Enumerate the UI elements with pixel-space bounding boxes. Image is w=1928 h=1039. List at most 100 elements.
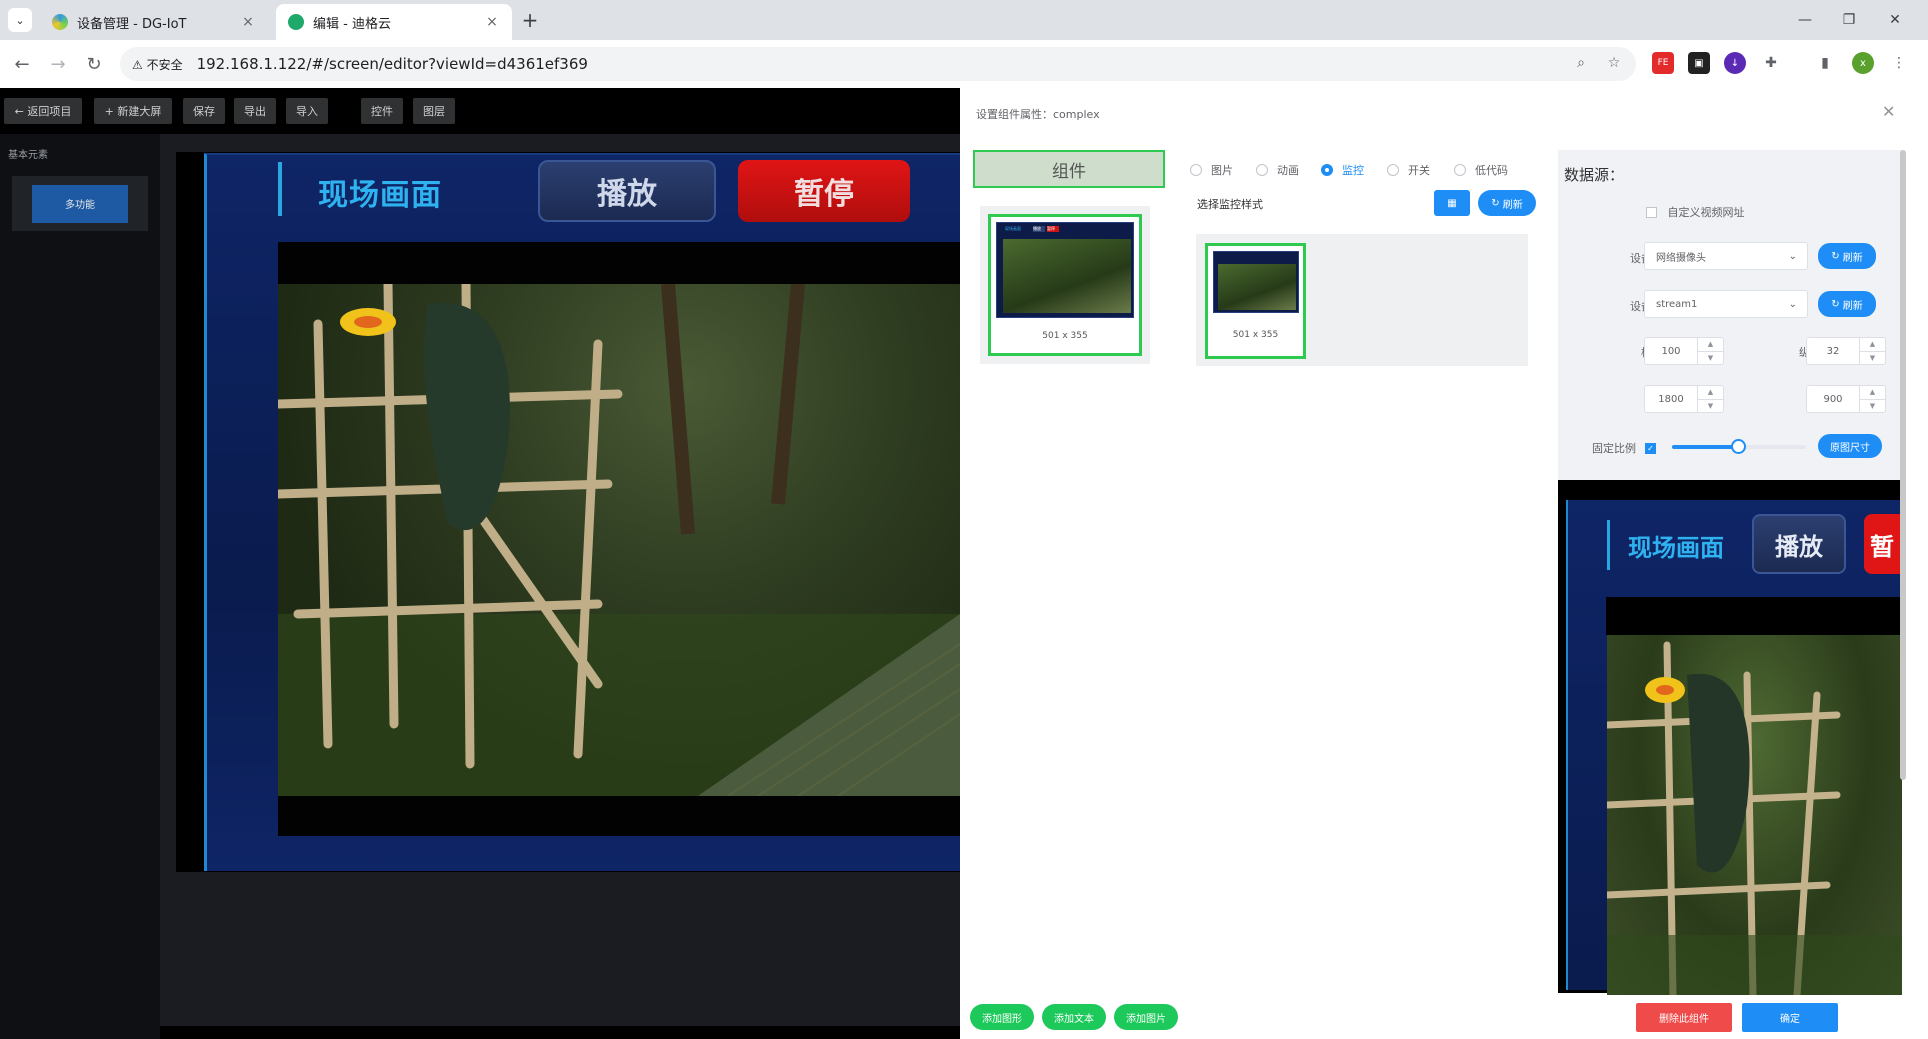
chevron-down-icon: ⌄ bbox=[1788, 250, 1797, 262]
minimize-icon[interactable]: — bbox=[1782, 6, 1828, 34]
style-size-label: 501 x 355 bbox=[1232, 330, 1279, 340]
element-label: 多功能 bbox=[32, 184, 128, 223]
new-screen-button[interactable]: + 新建大屏 bbox=[94, 98, 172, 124]
input-value: 100 bbox=[1661, 345, 1681, 357]
preview-play-button: 播放 bbox=[1752, 514, 1846, 574]
fixed-ratio-label: 固定比例 bbox=[1592, 442, 1636, 455]
input-value: 1800 bbox=[1658, 393, 1684, 405]
fixed-ratio-checkbox[interactable]: ✓ bbox=[1645, 440, 1656, 454]
fe-extension-icon[interactable]: FE bbox=[1652, 52, 1674, 74]
address-bar[interactable]: ⚠ 不安全 192.168.1.122/#/screen/editor?view… bbox=[120, 47, 1636, 81]
custom-url-checkbox[interactable]: 自定义视频网址 bbox=[1646, 204, 1745, 220]
height-input[interactable]: 900 ▲ ▼ bbox=[1806, 385, 1886, 413]
extension-icon[interactable]: ▣ bbox=[1688, 52, 1710, 74]
back-to-project-button[interactable]: ← 返回项目 bbox=[4, 98, 82, 124]
preview-title-accent bbox=[1607, 520, 1610, 570]
refresh-styles-button[interactable]: ↻ 刷新 bbox=[1478, 190, 1536, 216]
url-text: 192.168.1.122/#/screen/editor?viewId=d43… bbox=[196, 55, 588, 73]
layers-button[interactable]: 图层 bbox=[413, 98, 455, 124]
refresh-device-type-button[interactable]: ↻ 刷新 bbox=[1818, 243, 1876, 269]
select-value: stream1 bbox=[1656, 298, 1698, 310]
radio-image[interactable]: 图片 bbox=[1190, 162, 1233, 178]
radio-label: 图片 bbox=[1211, 164, 1233, 177]
width-input[interactable]: 1800 ▲ ▼ bbox=[1644, 385, 1724, 413]
close-window-icon[interactable]: ✕ bbox=[1872, 6, 1918, 34]
increment-icon[interactable]: ▲ bbox=[1860, 338, 1885, 352]
original-size-button[interactable]: 原图尺寸 bbox=[1818, 434, 1882, 458]
editor-toolbar: ← 返回项目 + 新建大屏 保存 导出 导入 控件 图层 bbox=[0, 88, 960, 134]
forward-arrow-icon[interactable]: → bbox=[44, 50, 72, 78]
increment-icon[interactable]: ▲ bbox=[1860, 386, 1885, 400]
decrement-icon[interactable]: ▼ bbox=[1860, 352, 1885, 365]
component-thumbnail[interactable]: 现场画面 播放 暂停 501 x 355 bbox=[988, 214, 1142, 356]
play-button[interactable]: 播放 bbox=[538, 160, 716, 222]
browser-toolbar: ← → ↻ ⚠ 不安全 192.168.1.122/#/screen/edito… bbox=[0, 40, 1928, 88]
checkbox-icon bbox=[1646, 206, 1657, 218]
thumbnail-screen: 现场画面 播放 暂停 bbox=[996, 222, 1134, 318]
back-arrow-icon[interactable]: ← bbox=[8, 50, 36, 78]
close-tab-icon[interactable]: × bbox=[240, 14, 256, 30]
not-secure-label[interactable]: ⚠ 不安全 bbox=[132, 56, 183, 73]
controls-button[interactable]: 控件 bbox=[361, 98, 403, 124]
x-coordinate-input[interactable]: 100 ▲ ▼ bbox=[1644, 337, 1724, 365]
delete-component-button[interactable]: 删除此组件 bbox=[1636, 1003, 1732, 1032]
refresh-icon: ↻ bbox=[1831, 298, 1843, 310]
restore-icon[interactable]: ❐ bbox=[1826, 6, 1872, 34]
vertical-scrollbar[interactable] bbox=[1900, 150, 1906, 780]
digeyun-favicon-icon bbox=[288, 14, 304, 30]
increment-icon[interactable]: ▲ bbox=[1698, 386, 1723, 400]
radio-animation[interactable]: 动画 bbox=[1256, 162, 1299, 178]
refresh-label: 刷新 bbox=[1502, 199, 1523, 211]
multi-function-element[interactable]: 多功能 bbox=[12, 176, 148, 231]
radio-low-code[interactable]: 低代码 bbox=[1454, 162, 1508, 178]
close-icon[interactable]: ✕ bbox=[1882, 102, 1895, 121]
chevron-down-icon: ⌄ bbox=[1788, 298, 1797, 310]
tab-search-button[interactable]: ⌄ bbox=[8, 8, 32, 32]
side-panel-icon[interactable]: ▮ bbox=[1814, 52, 1836, 74]
tab-device-management[interactable]: 设备管理 - DG-IoT × bbox=[40, 4, 268, 40]
tab-editor[interactable]: 编辑 - 迪格云 × bbox=[276, 4, 512, 40]
add-image-button[interactable]: 添加图片 bbox=[1114, 1004, 1178, 1030]
add-shape-button[interactable]: 添加图形 bbox=[970, 1004, 1034, 1030]
bookmark-star-icon[interactable]: ☆ bbox=[1603, 52, 1625, 74]
device-terminal-select[interactable]: stream1 ⌄ bbox=[1644, 290, 1808, 318]
monitor-style-option[interactable]: 501 x 355 bbox=[1205, 243, 1306, 359]
input-value: 32 bbox=[1826, 345, 1840, 357]
confirm-button[interactable]: 确定 bbox=[1742, 1003, 1838, 1032]
thumbnail-size-label: 501 x 355 bbox=[1042, 331, 1088, 341]
refresh-label: 刷新 bbox=[1842, 252, 1863, 264]
import-button[interactable]: 导入 bbox=[286, 98, 328, 124]
reload-icon[interactable]: ↻ bbox=[80, 50, 108, 78]
radio-circle-icon bbox=[1190, 164, 1202, 176]
download-extension-icon[interactable]: ↓ bbox=[1724, 52, 1746, 74]
close-tab-icon[interactable]: × bbox=[484, 14, 500, 30]
new-tab-button[interactable]: + bbox=[518, 6, 542, 34]
grid-view-button[interactable]: ▦ bbox=[1434, 190, 1470, 216]
y-coordinate-input[interactable]: 32 ▲ ▼ bbox=[1806, 337, 1886, 365]
dialog-title: 设置组件属性：complex bbox=[976, 108, 1100, 121]
title-accent-bar bbox=[278, 162, 282, 216]
save-button[interactable]: 保存 bbox=[183, 98, 225, 124]
radio-monitor[interactable]: 监控 bbox=[1321, 162, 1364, 178]
ratio-slider-handle[interactable] bbox=[1731, 439, 1746, 454]
pause-button[interactable]: 暂停 bbox=[738, 160, 910, 222]
decrement-icon[interactable]: ▼ bbox=[1698, 400, 1723, 413]
export-button[interactable]: 导出 bbox=[234, 98, 276, 124]
increment-icon[interactable]: ▲ bbox=[1698, 338, 1723, 352]
thumbnail-camera-image bbox=[1003, 239, 1131, 313]
select-value: 网络摄像头 bbox=[1656, 252, 1706, 264]
profile-avatar[interactable]: x bbox=[1852, 52, 1874, 74]
puzzle-extensions-icon[interactable]: ✚ bbox=[1760, 52, 1782, 74]
more-menu-icon[interactable]: ⋮ bbox=[1888, 52, 1910, 74]
radio-switch[interactable]: 开关 bbox=[1387, 162, 1430, 178]
radio-label: 动画 bbox=[1277, 164, 1299, 177]
device-type-select[interactable]: 网络摄像头 ⌄ bbox=[1644, 242, 1808, 270]
preview-video-top bbox=[1606, 597, 1902, 635]
decrement-icon[interactable]: ▼ bbox=[1698, 352, 1723, 365]
zoom-icon[interactable]: ⌕ bbox=[1570, 52, 1592, 74]
security-text: 不安全 bbox=[146, 57, 183, 72]
add-text-button[interactable]: 添加文本 bbox=[1042, 1004, 1106, 1030]
datasource-title: 数据源： bbox=[1564, 166, 1625, 184]
refresh-terminal-button[interactable]: ↻ 刷新 bbox=[1818, 291, 1876, 317]
decrement-icon[interactable]: ▼ bbox=[1860, 400, 1885, 413]
